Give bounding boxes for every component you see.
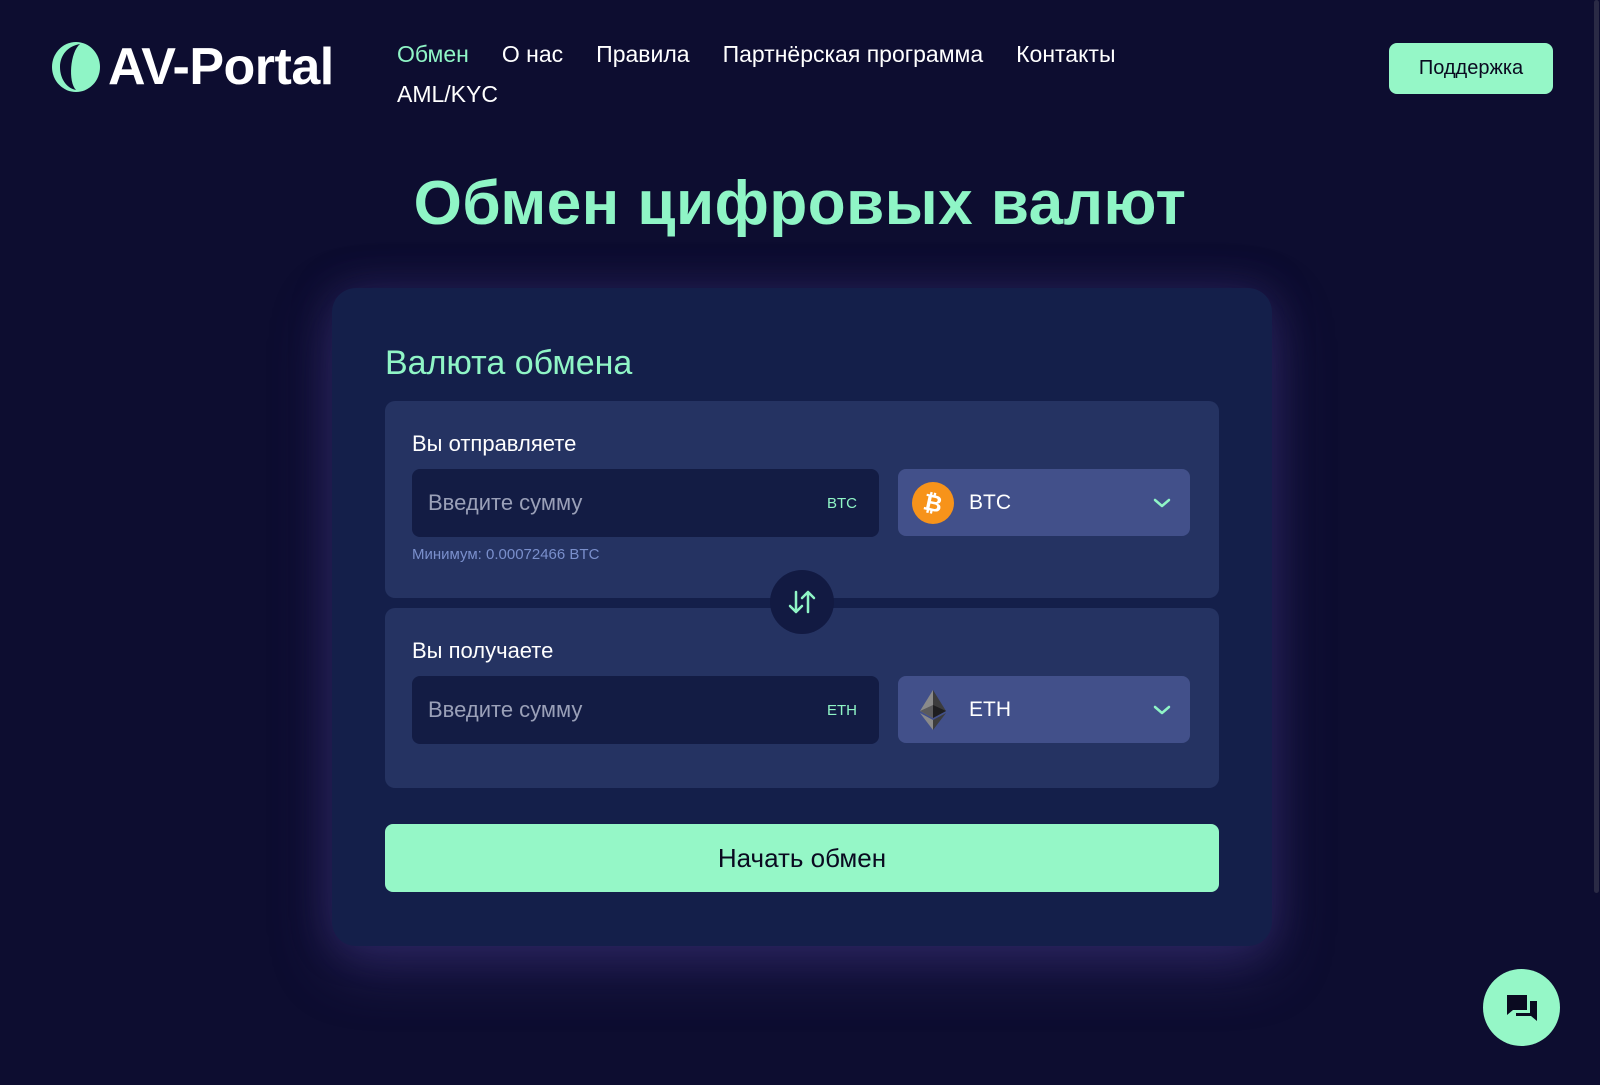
nav-item-about[interactable]: О нас: [502, 41, 563, 68]
chat-icon: [1506, 994, 1537, 1021]
page: AV-Portal Обмен О нас Правила Партнёрска…: [0, 0, 1600, 1085]
receive-amount-box: ETH: [412, 676, 879, 744]
minimum-note: Минимум: 0.00072466 BTC: [412, 546, 600, 563]
exchange-card: Валюта обмена Вы отправляете BTC ₿ BTC: [332, 288, 1272, 946]
receive-panel: Вы получаете ETH ETH: [385, 608, 1219, 788]
send-currency-name: BTC: [969, 490, 1011, 514]
nav-row: Обмен О нас Правила Партнёрская программ…: [397, 34, 1157, 74]
nav-item-rules[interactable]: Правила: [596, 41, 689, 68]
start-exchange-button[interactable]: Начать обмен: [385, 824, 1219, 892]
send-amount-box: BTC: [412, 469, 879, 537]
main-nav: Обмен О нас Правила Партнёрская программ…: [397, 34, 1157, 114]
nav-item-exchange[interactable]: Обмен: [397, 41, 469, 68]
receive-currency-name: ETH: [969, 697, 1011, 721]
chevron-down-icon: [1153, 498, 1171, 507]
nav-item-aml-kyc[interactable]: AML/KYC: [397, 81, 498, 108]
swap-arrows-icon: [788, 590, 816, 614]
receive-currency-select[interactable]: ETH: [898, 676, 1190, 743]
chevron-down-icon: [1153, 705, 1171, 714]
receive-amount-unit: ETH: [827, 701, 857, 719]
page-title: Обмен цифровых валют: [413, 169, 1187, 238]
send-amount-input[interactable]: [428, 490, 827, 516]
scrollbar-thumb[interactable]: [1594, 0, 1599, 893]
exchange-card-title: Валюта обмена: [385, 344, 633, 382]
support-button[interactable]: Поддержка: [1389, 43, 1553, 94]
scrollbar[interactable]: [1592, 0, 1600, 1085]
send-panel: Вы отправляете BTC ₿ BTC Минимум: 0.0007…: [385, 401, 1219, 598]
bitcoin-icon: ₿: [912, 481, 954, 524]
logo[interactable]: AV-Portal: [50, 40, 334, 94]
receive-amount-input[interactable]: [428, 697, 827, 723]
logo-mark-icon: [52, 42, 100, 92]
ethereum-icon: [912, 689, 954, 731]
nav-item-partner-program[interactable]: Партнёрская программа: [723, 41, 984, 68]
swap-button[interactable]: [770, 570, 834, 634]
send-amount-unit: BTC: [827, 494, 857, 512]
logo-text: AV-Portal: [108, 38, 334, 96]
nav-row: AML/KYC: [397, 74, 1157, 114]
chat-button[interactable]: [1483, 969, 1560, 1046]
nav-item-contacts[interactable]: Контакты: [1016, 41, 1115, 68]
send-currency-select[interactable]: ₿ BTC: [898, 469, 1190, 536]
receive-label: Вы получаете: [412, 638, 554, 663]
send-label: Вы отправляете: [412, 431, 577, 456]
